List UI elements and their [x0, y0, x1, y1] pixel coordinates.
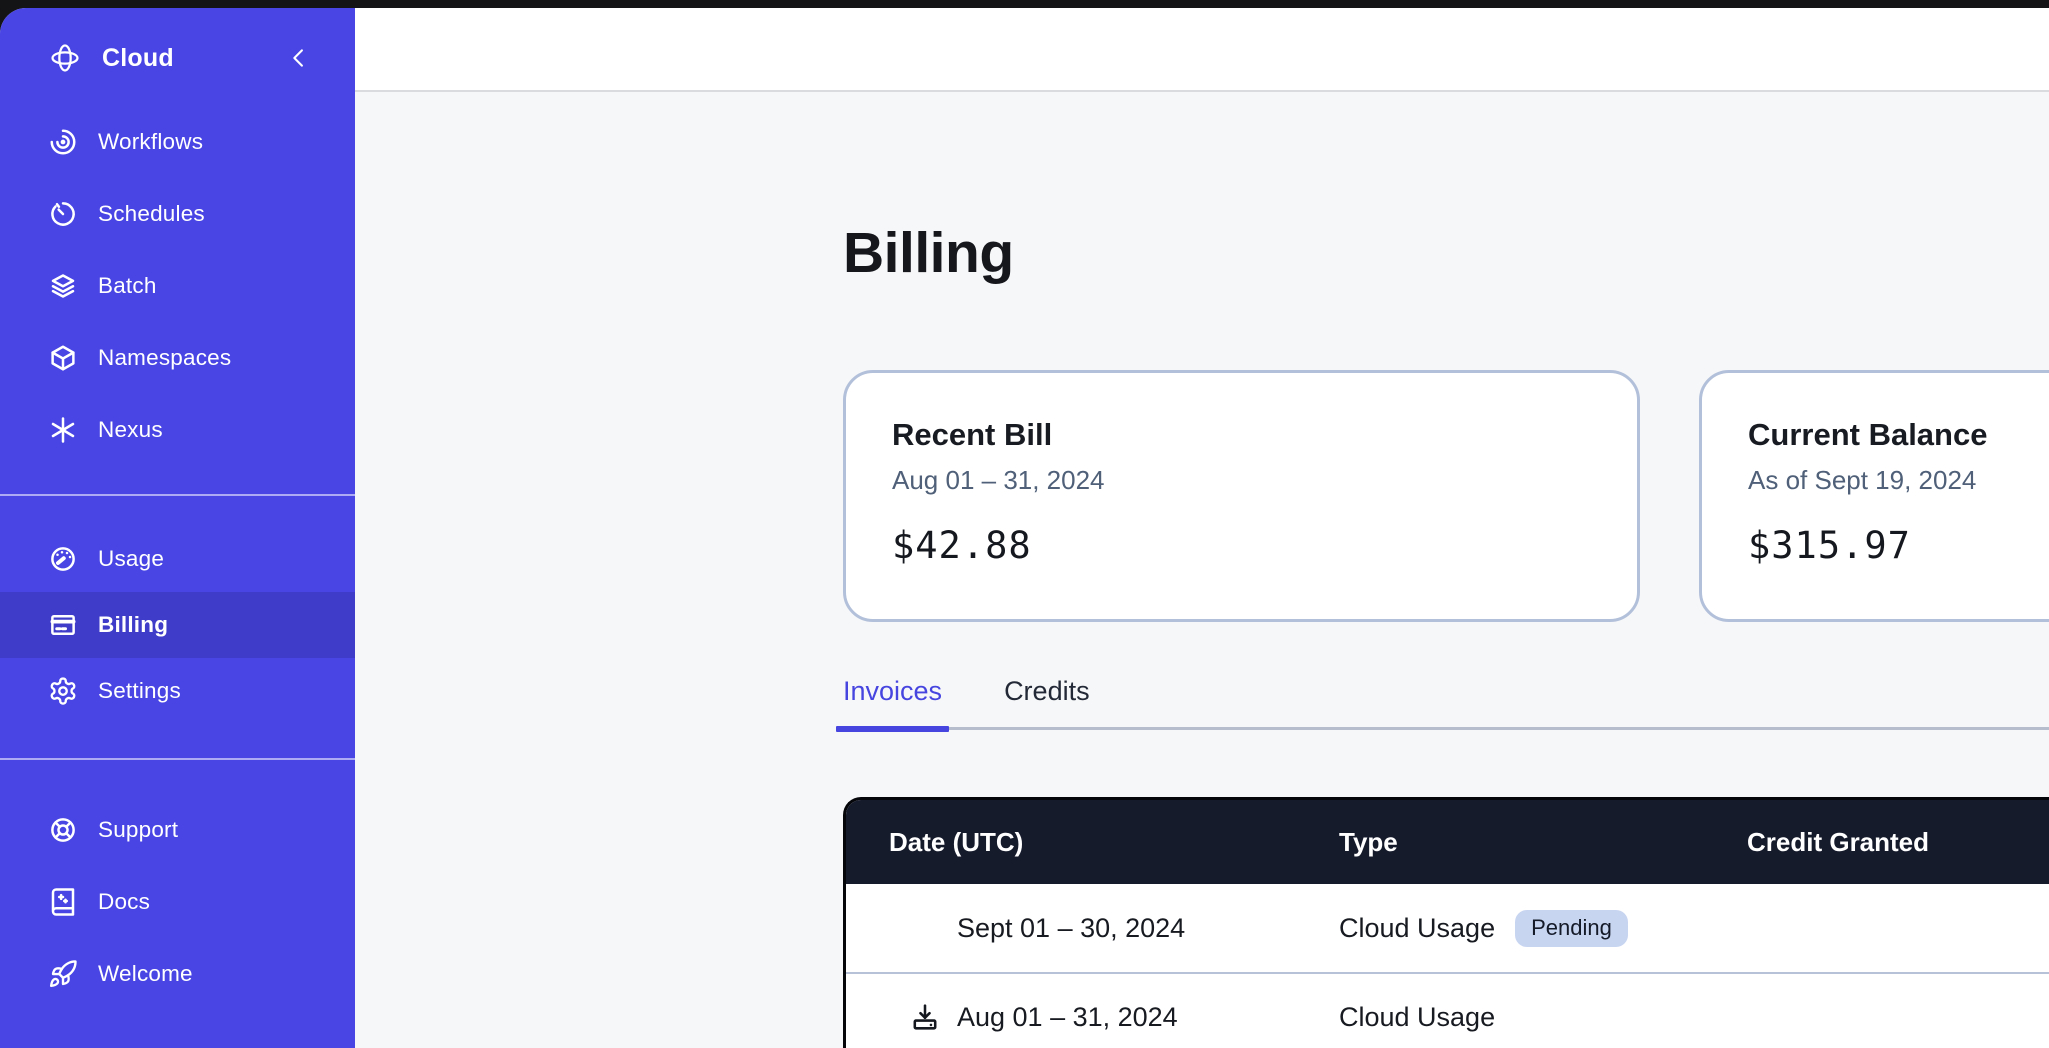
sidebar-item-workflows[interactable]: Workflows — [0, 106, 355, 178]
schedules-icon — [48, 199, 78, 229]
sidebar-item-label: Usage — [98, 546, 164, 572]
column-header-credit-granted: Credit Granted — [1747, 827, 2049, 858]
invoice-date: Sept 01 – 30, 2024 — [846, 913, 1339, 944]
sidebar-item-label: Docs — [98, 889, 150, 915]
invoice-type: Cloud Usage — [1339, 913, 1495, 944]
tab-credits[interactable]: Credits — [997, 676, 1097, 727]
invoice-date-cell: Aug 01 – 31, 2024 — [846, 1000, 1339, 1034]
sidebar-item-billing[interactable]: Billing — [0, 592, 355, 658]
sidebar-item-label: Billing — [98, 612, 168, 638]
invoice-type-cell: Cloud Usage Pending — [1339, 910, 1747, 947]
sidebar-collapse-button[interactable] — [285, 44, 313, 72]
docs-book-icon — [48, 887, 78, 917]
usage-gauge-icon — [48, 544, 78, 574]
nexus-asterisk-icon — [48, 415, 78, 445]
settings-gear-icon — [48, 676, 78, 706]
sidebar-item-usage[interactable]: Usage — [0, 526, 355, 592]
status-badge: Pending — [1515, 910, 1628, 947]
billing-tabs: Invoices Credits — [836, 676, 2049, 730]
column-header-date: Date (UTC) — [846, 827, 1339, 858]
chevron-left-icon — [285, 44, 313, 72]
table-row[interactable]: Sept 01 – 30, 2024 Cloud Usage Pending — [846, 884, 2049, 972]
column-header-type: Type — [1339, 827, 1747, 858]
sidebar-group-footer: Support Docs — [0, 794, 355, 1010]
card-subtitle: As of Sept 19, 2024 — [1748, 465, 2049, 496]
support-lifebuoy-icon — [48, 815, 78, 845]
top-navbar — [355, 8, 2049, 92]
card-amount: $42.88 — [892, 524, 1591, 567]
sidebar-brand: Cloud — [0, 14, 355, 102]
batch-layers-icon — [48, 271, 78, 301]
invoices-table: Date (UTC) Type Credit Granted Sept 01 –… — [843, 797, 2049, 1048]
sidebar-item-label: Namespaces — [98, 345, 231, 371]
sidebar: Cloud Workflows — [0, 8, 355, 1048]
sidebar-item-namespaces[interactable]: Namespaces — [0, 322, 355, 394]
sidebar-item-settings[interactable]: Settings — [0, 658, 355, 724]
tab-invoices[interactable]: Invoices — [836, 676, 949, 727]
card-title: Current Balance — [1748, 417, 2049, 453]
main-area: Billing Recent Bill Aug 01 – 31, 2024 $4… — [355, 8, 2049, 1048]
sidebar-group-main: Workflows Schedules — [0, 106, 355, 466]
sidebar-item-docs[interactable]: Docs — [0, 866, 355, 938]
brand-label: Cloud — [102, 44, 174, 73]
billing-page: Billing Recent Bill Aug 01 – 31, 2024 $4… — [355, 92, 2049, 1048]
sidebar-item-label: Settings — [98, 678, 181, 704]
sidebar-divider — [0, 494, 355, 496]
cloud-orbit-icon — [48, 41, 82, 75]
recent-bill-card: Recent Bill Aug 01 – 31, 2024 $42.88 — [843, 370, 1640, 622]
sidebar-item-label: Batch — [98, 273, 157, 299]
table-header-row: Date (UTC) Type Credit Granted — [846, 800, 2049, 884]
invoice-type: Cloud Usage — [1339, 1002, 1495, 1033]
sidebar-item-welcome[interactable]: Welcome — [0, 938, 355, 1010]
download-icon[interactable] — [908, 1000, 942, 1034]
page-title: Billing — [843, 220, 1014, 286]
sidebar-item-support[interactable]: Support — [0, 794, 355, 866]
sidebar-item-label: Workflows — [98, 129, 203, 155]
workflows-icon — [48, 127, 78, 157]
sidebar-item-label: Welcome — [98, 961, 193, 987]
namespaces-cube-icon — [48, 343, 78, 373]
card-amount: $315.97 — [1748, 524, 2049, 567]
sidebar-group-account: Usage Billing — [0, 526, 355, 724]
sidebar-item-label: Support — [98, 817, 178, 843]
billing-card-icon — [48, 610, 78, 640]
invoice-type-cell: Cloud Usage — [1339, 1002, 1747, 1033]
current-balance-card: Current Balance As of Sept 19, 2024 $315… — [1699, 370, 2049, 622]
card-title: Recent Bill — [892, 417, 1591, 453]
sidebar-item-label: Nexus — [98, 417, 163, 443]
welcome-rocket-icon — [48, 959, 78, 989]
sidebar-item-label: Schedules — [98, 201, 205, 227]
app-window: Cloud Workflows — [0, 8, 2049, 1048]
sidebar-item-schedules[interactable]: Schedules — [0, 178, 355, 250]
table-row[interactable]: Aug 01 – 31, 2024 Cloud Usage — [846, 972, 2049, 1048]
card-subtitle: Aug 01 – 31, 2024 — [892, 465, 1591, 496]
sidebar-item-nexus[interactable]: Nexus — [0, 394, 355, 466]
sidebar-divider — [0, 758, 355, 760]
invoice-date: Aug 01 – 31, 2024 — [957, 1002, 1178, 1033]
sidebar-item-batch[interactable]: Batch — [0, 250, 355, 322]
